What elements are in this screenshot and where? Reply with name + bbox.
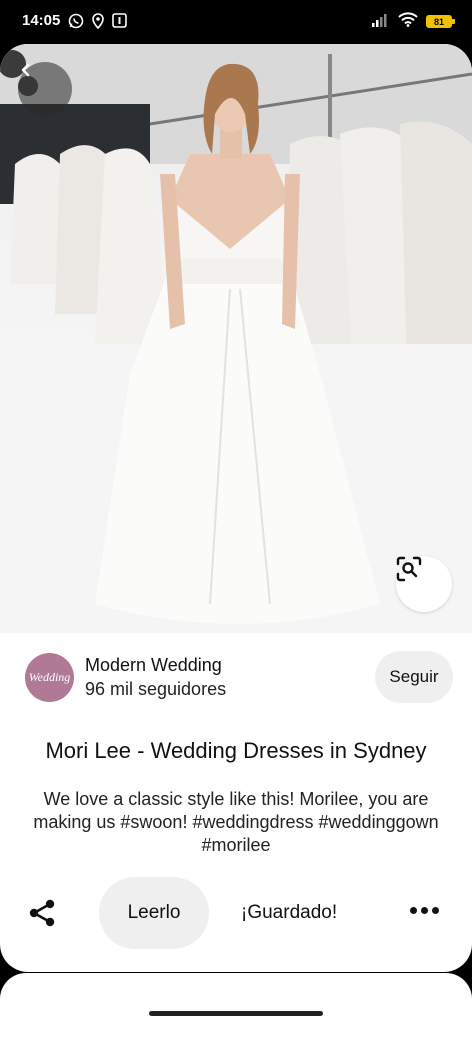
pin-card: Wedding Modern Wedding 96 mil seguidores… [0, 44, 472, 972]
whatsapp-icon [68, 13, 84, 33]
status-time: 14:05 [22, 12, 61, 29]
wifi-icon [398, 12, 418, 31]
pin-title: Mori Lee - Wedding Dresses in Sydney [45, 738, 427, 763]
notification-icon [112, 13, 127, 32]
pin-description: We love a classic style like this! Moril… [33, 789, 439, 855]
status-right: 81 [372, 12, 455, 31]
creator-followers: 96 mil seguidores [85, 679, 227, 699]
signal-icon [372, 13, 390, 31]
avatar[interactable]: Wedding [25, 653, 74, 702]
pin-image[interactable] [0, 44, 472, 633]
battery-level: 81 [433, 16, 444, 27]
avatar-text: Wedding [28, 670, 71, 684]
share-icon[interactable] [28, 898, 58, 933]
read-button-label: Leerlo [127, 902, 181, 923]
visual-search-button[interactable] [396, 556, 452, 612]
action-bar: Leerlo ¡Guardado! [0, 877, 472, 949]
location-icon [91, 13, 105, 33]
back-button[interactable] [18, 62, 72, 116]
home-indicator[interactable] [149, 1011, 323, 1016]
more-horizontal-icon[interactable] [410, 907, 439, 914]
battery-icon: 81 [426, 15, 455, 28]
creator-row: Wedding Modern Wedding 96 mil seguidores… [0, 633, 472, 723]
read-button[interactable]: Leerlo [99, 877, 209, 949]
follow-button[interactable]: Seguir [375, 651, 453, 703]
status-bar: 14:05 81 [0, 0, 472, 44]
saved-button[interactable]: ¡Guardado! [241, 902, 337, 924]
creator-name[interactable]: Modern Wedding [85, 655, 222, 676]
